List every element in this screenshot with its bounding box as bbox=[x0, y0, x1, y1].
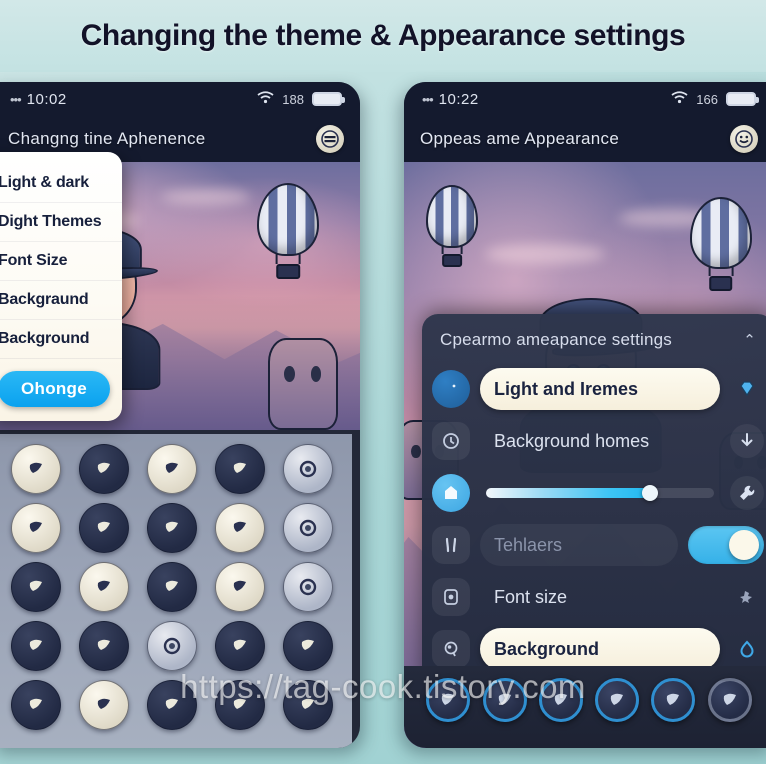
mask-icon[interactable] bbox=[283, 679, 333, 730]
status-dots: ••• bbox=[422, 91, 434, 107]
download-icon[interactable] bbox=[730, 424, 764, 458]
pig-icon[interactable] bbox=[215, 561, 265, 612]
nav-check-icon[interactable] bbox=[595, 678, 640, 722]
scissors-icon[interactable] bbox=[215, 679, 265, 730]
leaf-icon[interactable] bbox=[79, 620, 129, 671]
dropdown-item-night-themes[interactable]: Dight Themes bbox=[0, 203, 122, 242]
settings-row-label: Light and Iremes bbox=[480, 368, 720, 410]
shell-icon[interactable] bbox=[215, 620, 265, 671]
settings-panel-header: Cpearmo ameapance settings ⌃ bbox=[432, 328, 764, 364]
bottom-navigation-bar[interactable] bbox=[404, 666, 766, 748]
settings-row-background-themes[interactable]: Background homes bbox=[432, 416, 764, 466]
theme-toggle-switch[interactable] bbox=[688, 526, 764, 564]
settings-row-label: Background bbox=[480, 628, 720, 670]
right-status-bar: ••• 10:22 166 bbox=[404, 82, 766, 116]
status-time: 10:22 bbox=[438, 90, 479, 108]
hot-air-balloon-left bbox=[426, 185, 479, 268]
dropdown-item-font-size[interactable]: Font Size bbox=[0, 242, 122, 281]
right-phone-mockup: ••• 10:22 166 Oppeas ame Appearance Cpea… bbox=[404, 82, 766, 748]
left-status-bar: ••• 10:02 188 bbox=[0, 82, 360, 116]
ring-icon[interactable] bbox=[147, 620, 197, 671]
ghost-icon[interactable] bbox=[147, 444, 197, 495]
circle-icon[interactable] bbox=[283, 503, 333, 554]
left-app-title: Changng tine Aphenence bbox=[8, 129, 206, 148]
pin-icon[interactable] bbox=[730, 580, 764, 614]
face-icon[interactable] bbox=[11, 444, 61, 495]
hand-icon[interactable] bbox=[215, 444, 265, 495]
bone-icon[interactable] bbox=[147, 679, 197, 730]
status-time: 10:02 bbox=[26, 90, 67, 108]
eyes-icon[interactable] bbox=[283, 620, 333, 671]
settings-row-light-themes[interactable]: Light and Iremes bbox=[432, 364, 764, 414]
nav-heart-icon[interactable] bbox=[651, 678, 696, 722]
wrench-icon[interactable] bbox=[730, 476, 764, 510]
dropdown-item-background-2[interactable]: Background bbox=[0, 320, 122, 359]
left-phone-mockup: ••• 10:02 188 Changng tine Aphenence Lig… bbox=[0, 82, 360, 748]
clock-icon bbox=[432, 422, 470, 460]
dropdown-item-light-dark[interactable]: Light & dark bbox=[0, 164, 122, 203]
dropdown-item-background-1[interactable]: Backgraund bbox=[0, 281, 122, 320]
blob-icon[interactable] bbox=[215, 503, 265, 554]
fox-icon[interactable] bbox=[79, 679, 129, 730]
camera-icon[interactable] bbox=[283, 561, 333, 612]
bell-icon[interactable] bbox=[11, 503, 61, 554]
flag-icon[interactable] bbox=[79, 444, 129, 495]
megaphone-icon[interactable] bbox=[11, 561, 61, 612]
status-dots: ••• bbox=[10, 91, 22, 107]
settings-row-font-size[interactable]: Font size bbox=[432, 572, 764, 622]
cat-icon[interactable] bbox=[79, 561, 129, 612]
page-title-bar: Changing the theme & Appearance settings bbox=[0, 0, 766, 72]
theme-icon bbox=[432, 370, 470, 408]
cloud-icon[interactable] bbox=[147, 503, 197, 554]
hot-air-balloon-right bbox=[689, 197, 752, 292]
font-icon bbox=[432, 578, 470, 616]
chevron-up-icon[interactable]: ⌃ bbox=[743, 331, 756, 349]
contrast-icon bbox=[432, 526, 470, 564]
target-icon[interactable] bbox=[283, 444, 333, 495]
appearance-dropdown-menu[interactable]: Light & dark Dight Themes Font Size Back… bbox=[0, 152, 122, 421]
wifi-icon bbox=[257, 91, 274, 107]
page-title: Changing the theme & Appearance settings bbox=[80, 19, 686, 52]
appearance-settings-panel: Cpearmo ameapance settings ⌃ Light and I… bbox=[422, 314, 766, 686]
gem-icon[interactable] bbox=[730, 372, 764, 406]
wallpaper-icon bbox=[432, 630, 470, 668]
status-signal-value: 166 bbox=[696, 91, 718, 107]
avatar-icon[interactable] bbox=[316, 125, 344, 153]
hot-air-balloon bbox=[256, 183, 319, 280]
change-button[interactable]: Ohonge bbox=[0, 371, 110, 407]
right-app-bar: Oppeas ame Appearance bbox=[404, 116, 766, 162]
brightness-slider[interactable] bbox=[486, 485, 714, 501]
paw-icon[interactable] bbox=[147, 561, 197, 612]
lock-icon[interactable] bbox=[11, 679, 61, 730]
settings-row-label: Tehlaers bbox=[480, 524, 678, 566]
brightness-icon bbox=[432, 474, 470, 512]
nav-shield-icon[interactable] bbox=[482, 678, 527, 722]
battery-icon bbox=[312, 92, 345, 106]
app-icon-grid bbox=[0, 434, 352, 748]
nav-home-icon[interactable] bbox=[426, 678, 471, 722]
bookmark-icon[interactable] bbox=[79, 503, 129, 554]
avatar-icon[interactable] bbox=[730, 125, 758, 153]
settings-row-themes-toggle[interactable]: Tehlaers bbox=[432, 520, 764, 570]
droplet-icon[interactable] bbox=[730, 632, 764, 666]
status-signal-value: 188 bbox=[282, 91, 304, 107]
nav-power-icon[interactable] bbox=[707, 678, 752, 722]
battery-icon bbox=[726, 92, 759, 106]
settings-panel-title: Cpearmo ameapance settings bbox=[440, 330, 672, 349]
settings-row-label: Background homes bbox=[494, 430, 650, 451]
right-app-title: Oppeas ame Appearance bbox=[420, 129, 620, 148]
nav-lens-icon[interactable] bbox=[538, 678, 583, 722]
wifi-icon bbox=[671, 91, 688, 107]
robot-figure bbox=[267, 338, 338, 430]
map-icon[interactable] bbox=[11, 620, 61, 671]
settings-row-brightness[interactable] bbox=[432, 468, 764, 518]
settings-row-label: Font size bbox=[494, 586, 568, 607]
